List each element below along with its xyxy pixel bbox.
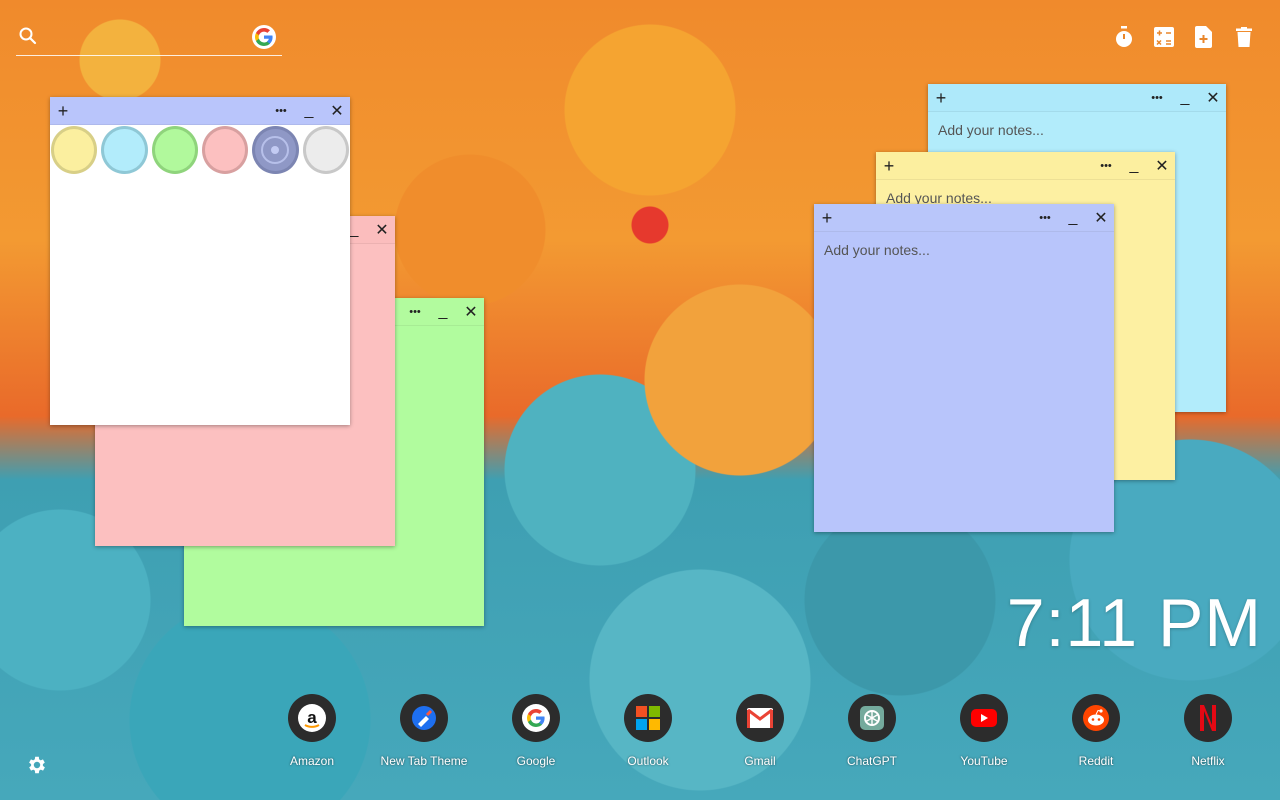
close-note-button[interactable]: ✕ <box>1151 152 1173 180</box>
new-tab-theme-icon <box>400 694 448 742</box>
shortcut-label: Netflix <box>1191 754 1225 768</box>
add-note-button[interactable]: + <box>52 97 74 125</box>
shortcut-gmail[interactable]: Gmail <box>704 694 816 768</box>
shortcut-label: YouTube <box>960 754 1008 768</box>
google-icon <box>512 694 560 742</box>
note-text[interactable]: Add your notes... <box>928 112 1226 148</box>
add-note-button[interactable]: + <box>878 152 900 180</box>
minimize-note-button[interactable]: _ <box>1174 84 1196 112</box>
shortcut-label: ChatGPT <box>846 754 897 768</box>
clock: 7:11 PM <box>1006 585 1262 661</box>
note-menu-button[interactable]: ••• <box>404 298 426 326</box>
svg-text:a: a <box>307 708 317 727</box>
shortcut-label: Gmail <box>744 754 776 768</box>
search-icon[interactable] <box>18 26 38 46</box>
add-document-icon[interactable] <box>1193 25 1214 48</box>
gear-icon[interactable] <box>26 754 48 776</box>
trash-icon[interactable] <box>1233 25 1254 48</box>
reddit-icon <box>1072 694 1120 742</box>
note-menu-button[interactable]: ••• <box>1146 84 1168 112</box>
netflix-icon <box>1184 694 1232 742</box>
google-icon[interactable] <box>252 25 276 49</box>
add-note-button[interactable]: + <box>816 204 838 232</box>
shortcut-label: Google <box>516 754 556 768</box>
timer-icon[interactable] <box>1113 25 1134 48</box>
add-note-button[interactable]: + <box>930 84 952 112</box>
note-header[interactable]: + ••• _ ✕ <box>814 204 1114 232</box>
outlook-icon <box>624 694 672 742</box>
swatch-white[interactable] <box>302 126 349 174</box>
minimize-note-button[interactable]: _ <box>298 97 320 125</box>
shortcut-amazon[interactable]: a Amazon <box>256 694 368 768</box>
note-menu-button[interactable]: ••• <box>1034 204 1056 232</box>
swatch-green[interactable] <box>151 126 198 174</box>
swatch-pink[interactable] <box>201 126 249 174</box>
calculator-icon[interactable] <box>1153 25 1174 48</box>
note-header[interactable]: + ••• _ ✕ <box>928 84 1226 112</box>
shortcut-outlook[interactable]: Outlook <box>592 694 704 768</box>
shortcut-new-tab-theme[interactable]: New Tab Theme <box>368 694 480 768</box>
shortcut-label: New Tab Theme <box>380 754 468 768</box>
shortcut-reddit[interactable]: Reddit <box>1040 694 1152 768</box>
close-note-button[interactable]: ✕ <box>1202 84 1224 112</box>
close-note-button[interactable]: ✕ <box>460 298 482 326</box>
minimize-note-button[interactable]: _ <box>1062 204 1084 232</box>
minimize-note-button[interactable]: _ <box>432 298 454 326</box>
swatch-yellow[interactable] <box>51 126 98 174</box>
note-menu-button[interactable]: ••• <box>1095 152 1117 180</box>
close-note-button[interactable]: ✕ <box>326 97 348 125</box>
shortcut-google[interactable]: Google <box>480 694 592 768</box>
minimize-note-button[interactable]: _ <box>1123 152 1145 180</box>
youtube-icon <box>960 694 1008 742</box>
gmail-icon <box>736 694 784 742</box>
toolbar <box>1113 25 1254 48</box>
sticky-note-blue[interactable]: + ••• _ ✕ Add your notes... <box>814 204 1114 532</box>
amazon-icon: a <box>288 694 336 742</box>
note-header[interactable]: + ••• _ ✕ <box>876 152 1175 180</box>
shortcut-label: Amazon <box>289 754 335 768</box>
chatgpt-icon <box>848 694 896 742</box>
swatch-blue-selected[interactable] <box>252 126 299 174</box>
search-bar[interactable] <box>16 22 282 56</box>
close-note-button[interactable]: ✕ <box>371 216 393 244</box>
sticky-note-color-picker[interactable]: + ••• _ ✕ <box>50 97 350 425</box>
shortcut-dock: a Amazon New Tab Theme Google Outlook Gm… <box>256 694 1264 768</box>
shortcut-youtube[interactable]: YouTube <box>928 694 1040 768</box>
color-swatches <box>50 125 350 175</box>
shortcut-label: Reddit <box>1078 754 1114 768</box>
swatch-cyan[interactable] <box>101 126 148 174</box>
shortcut-label: Outlook <box>627 754 669 768</box>
note-header[interactable]: + ••• _ ✕ <box>50 97 350 125</box>
note-menu-button[interactable]: ••• <box>270 97 292 125</box>
shortcut-chatgpt[interactable]: ChatGPT <box>816 694 928 768</box>
selected-indicator-icon <box>261 136 290 164</box>
shortcut-netflix[interactable]: Netflix <box>1152 694 1264 768</box>
note-text[interactable]: Add your notes... <box>814 232 1114 268</box>
close-note-button[interactable]: ✕ <box>1090 204 1112 232</box>
